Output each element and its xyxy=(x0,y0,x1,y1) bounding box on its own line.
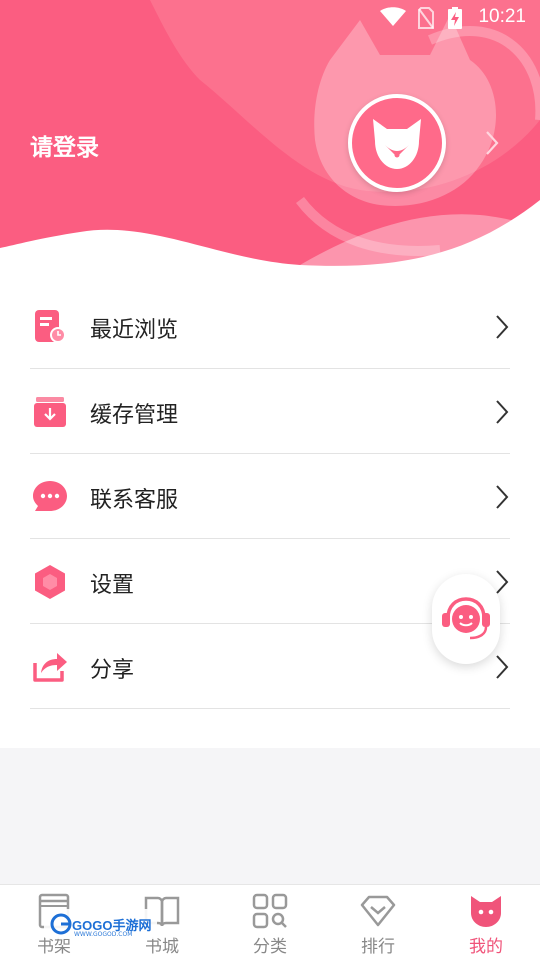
status-time: 10:21 xyxy=(478,6,526,27)
menu-item-label: 设置 xyxy=(90,573,135,598)
download-cache-icon xyxy=(32,394,68,430)
watermark-g-icon xyxy=(50,913,72,935)
menu-item-label: 联系客服 xyxy=(90,488,179,513)
tab-mine[interactable]: 我的 xyxy=(432,885,540,960)
login-prompt[interactable]: 请登录 xyxy=(30,128,99,162)
my-fox-icon xyxy=(468,893,504,933)
tab-label: 我的 xyxy=(469,937,503,957)
tab-label: 分类 xyxy=(253,937,287,957)
no-sim-icon xyxy=(418,7,434,33)
tab-ranking[interactable]: 排行 xyxy=(324,885,432,960)
bottom-navigation: 书架 书城 分类 排行 我的 GOGO手游网 WWW.GOGOD.COM xyxy=(0,884,540,960)
menu-item-cache[interactable]: 缓存管理 xyxy=(30,369,510,454)
tab-label: 排行 xyxy=(361,937,395,957)
customer-service-icon xyxy=(442,597,490,640)
settings-hexagon-icon xyxy=(32,564,68,600)
chevron-right-icon xyxy=(494,399,510,429)
wifi-icon xyxy=(380,7,406,31)
recent-history-icon xyxy=(32,309,68,345)
battery-charging-icon xyxy=(448,7,462,33)
menu-list: 最近浏览 缓存管理 联系客服 设置 分享 xyxy=(0,270,540,748)
watermark-subtext: WWW.GOGOD.COM xyxy=(74,931,133,938)
share-icon xyxy=(32,649,68,685)
profile-header: 10:21 请登录 xyxy=(0,0,540,270)
ranking-icon xyxy=(360,893,396,933)
chevron-right-icon[interactable] xyxy=(484,130,500,160)
menu-item-recent[interactable]: 最近浏览 xyxy=(30,284,510,369)
menu-item-label: 分享 xyxy=(90,658,135,683)
fox-icon xyxy=(373,119,421,169)
menu-item-label: 缓存管理 xyxy=(90,403,179,428)
status-bar: 10:21 xyxy=(0,0,540,36)
customer-service-float-button[interactable] xyxy=(432,574,500,664)
menu-item-contact[interactable]: 联系客服 xyxy=(30,454,510,539)
category-grid-icon xyxy=(252,893,288,933)
menu-item-label: 最近浏览 xyxy=(90,318,179,343)
avatar[interactable] xyxy=(348,94,446,192)
chevron-right-icon xyxy=(494,654,510,684)
chevron-right-icon xyxy=(494,314,510,344)
watermark-logo: GOGO手游网 WWW.GOGOD.COM xyxy=(44,909,158,939)
chevron-right-icon xyxy=(494,484,510,514)
chat-bubble-icon xyxy=(32,479,68,515)
tab-category[interactable]: 分类 xyxy=(216,885,324,960)
